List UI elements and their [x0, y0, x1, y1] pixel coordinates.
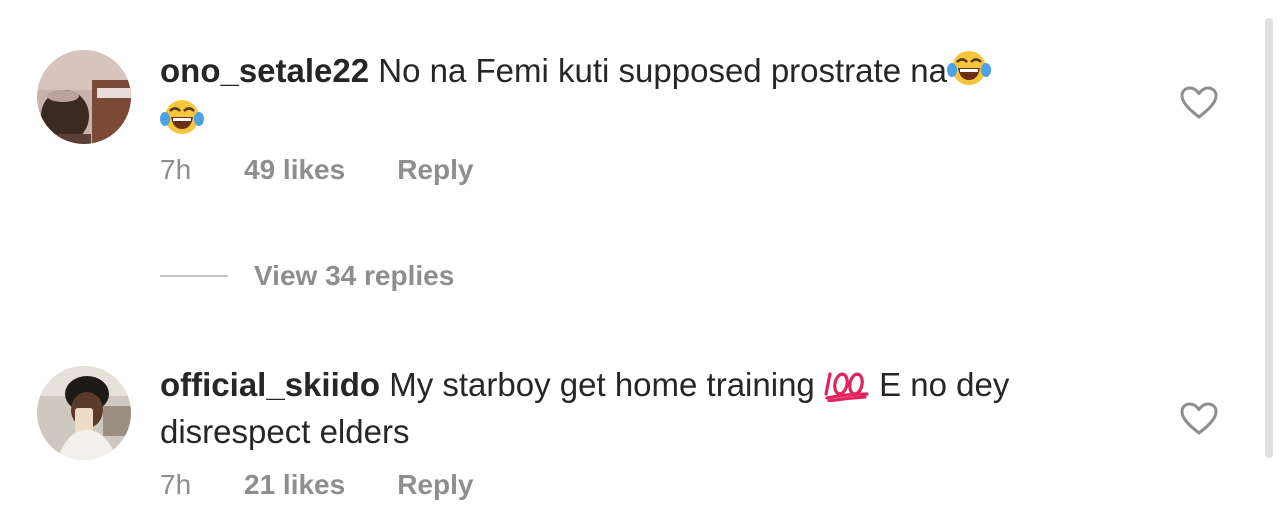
comment-body: My starboy get home training	[389, 366, 815, 403]
scrollbar[interactable]	[1265, 18, 1273, 458]
comment-username[interactable]: ono_setale22	[160, 52, 369, 89]
comment-body: No na Femi kuti supposed prostrate na	[378, 52, 947, 89]
comment-likes[interactable]: 21 likes	[244, 467, 345, 503]
comment-timestamp: 7h	[160, 469, 192, 500]
avatar[interactable]	[37, 50, 131, 144]
comment-likes[interactable]: 49 likes	[244, 152, 345, 188]
comment-item: official_skiido My starboy get home trai…	[0, 340, 1260, 522]
avatar-image	[37, 50, 131, 144]
reply-button[interactable]: Reply	[397, 152, 473, 188]
hundred-points-emoji-icon	[824, 368, 870, 411]
like-heart-icon[interactable]	[1180, 402, 1218, 436]
tears-of-joy-emoji-icon	[946, 48, 991, 97]
comment-meta: 7h 21 likes Reply	[160, 467, 473, 503]
comment-text: official_skiido My starboy get home trai…	[160, 364, 1150, 452]
comment-text: ono_setale22 No na Femi kuti supposed pr…	[160, 48, 1150, 146]
like-heart-icon[interactable]	[1180, 86, 1218, 120]
comment-username[interactable]: official_skiido	[160, 366, 380, 403]
avatar[interactable]	[37, 366, 131, 460]
avatar-image	[37, 366, 131, 460]
reply-button[interactable]: Reply	[397, 467, 473, 503]
view-replies-button[interactable]: View 34 replies	[160, 258, 454, 294]
comment-meta: 7h 49 likes Reply	[160, 152, 473, 188]
tears-of-joy-emoji-icon	[160, 97, 204, 146]
view-replies-label: View 34 replies	[254, 260, 455, 291]
comment-item: ono_setale22 No na Femi kuti supposed pr…	[0, 0, 1260, 240]
comment-timestamp: 7h	[160, 154, 192, 185]
replies-divider-line	[160, 275, 228, 277]
